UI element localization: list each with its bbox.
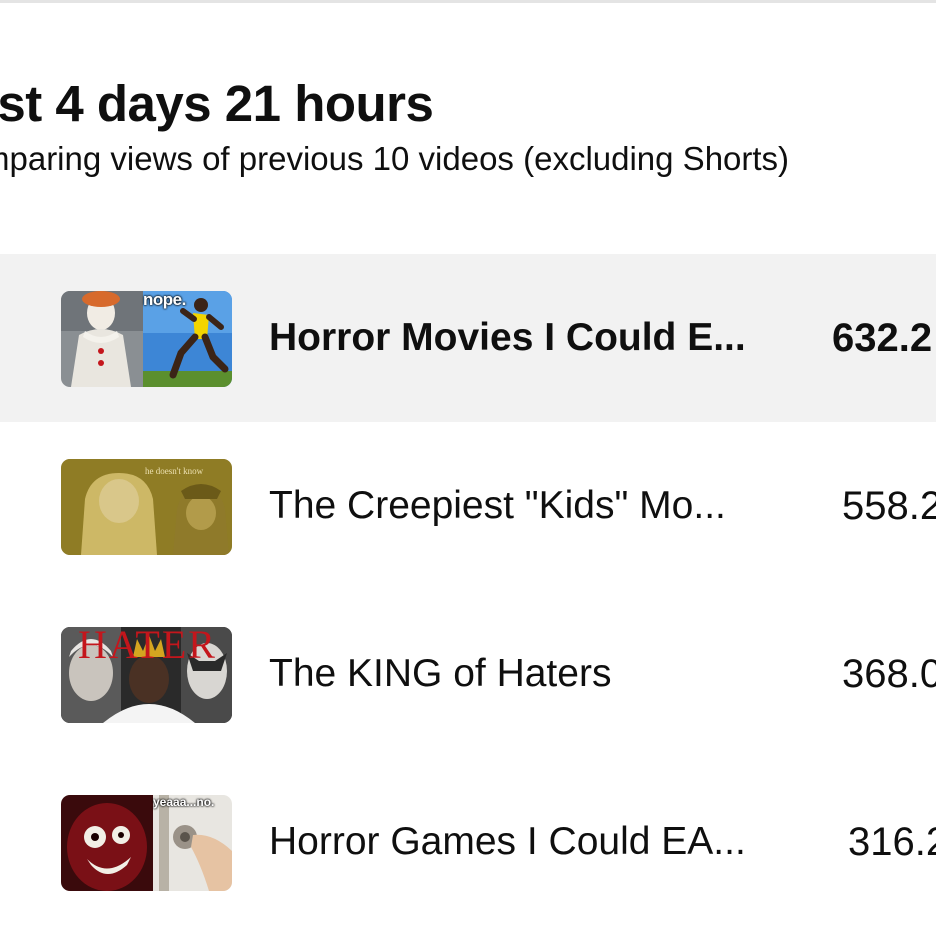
video-views: 558.2	[842, 484, 936, 528]
video-row[interactable]: he doesn't know The Creepiest "Kids" Mo.…	[0, 422, 936, 590]
monster-and-door-thumbnail: yeaaa...no.	[61, 795, 232, 891]
video-row[interactable]: nope. Horror Movies I Could E... 632.2	[0, 254, 936, 422]
haters-crown-thumbnail: HATER	[61, 627, 232, 723]
video-views: 632.2	[832, 316, 933, 360]
video-title[interactable]: The Creepiest "Kids" Mo...	[269, 422, 726, 590]
thumbnail-caption: nope.	[143, 291, 186, 309]
video-row[interactable]: HATER The KING of Haters 368.0	[0, 590, 936, 758]
thumbnail-caption: yeaaa...no.	[153, 795, 215, 809]
video-list: nope. Horror Movies I Could E... 632.2 h…	[0, 254, 936, 926]
thumbnail-caption: he doesn't know	[145, 466, 204, 476]
video-row[interactable]: yeaaa...no. Horror Games I Could EA... 3…	[0, 758, 936, 926]
thumbnail-caption: HATER	[78, 627, 217, 667]
clown-and-sprinter-thumbnail: nope.	[61, 291, 232, 387]
video-title[interactable]: The KING of Haters	[269, 590, 611, 758]
page-subtitle: mparing views of previous 10 videos (exc…	[0, 140, 790, 177]
sepia-figures-thumbnail: he doesn't know	[61, 459, 232, 555]
video-views: 316.2	[848, 820, 936, 864]
page-title: rst 4 days 21 hours	[0, 75, 434, 132]
video-title[interactable]: Horror Games I Could EA...	[269, 758, 746, 926]
video-views: 368.0	[842, 652, 936, 696]
top-divider	[0, 0, 936, 3]
video-title[interactable]: Horror Movies I Could E...	[269, 254, 746, 422]
